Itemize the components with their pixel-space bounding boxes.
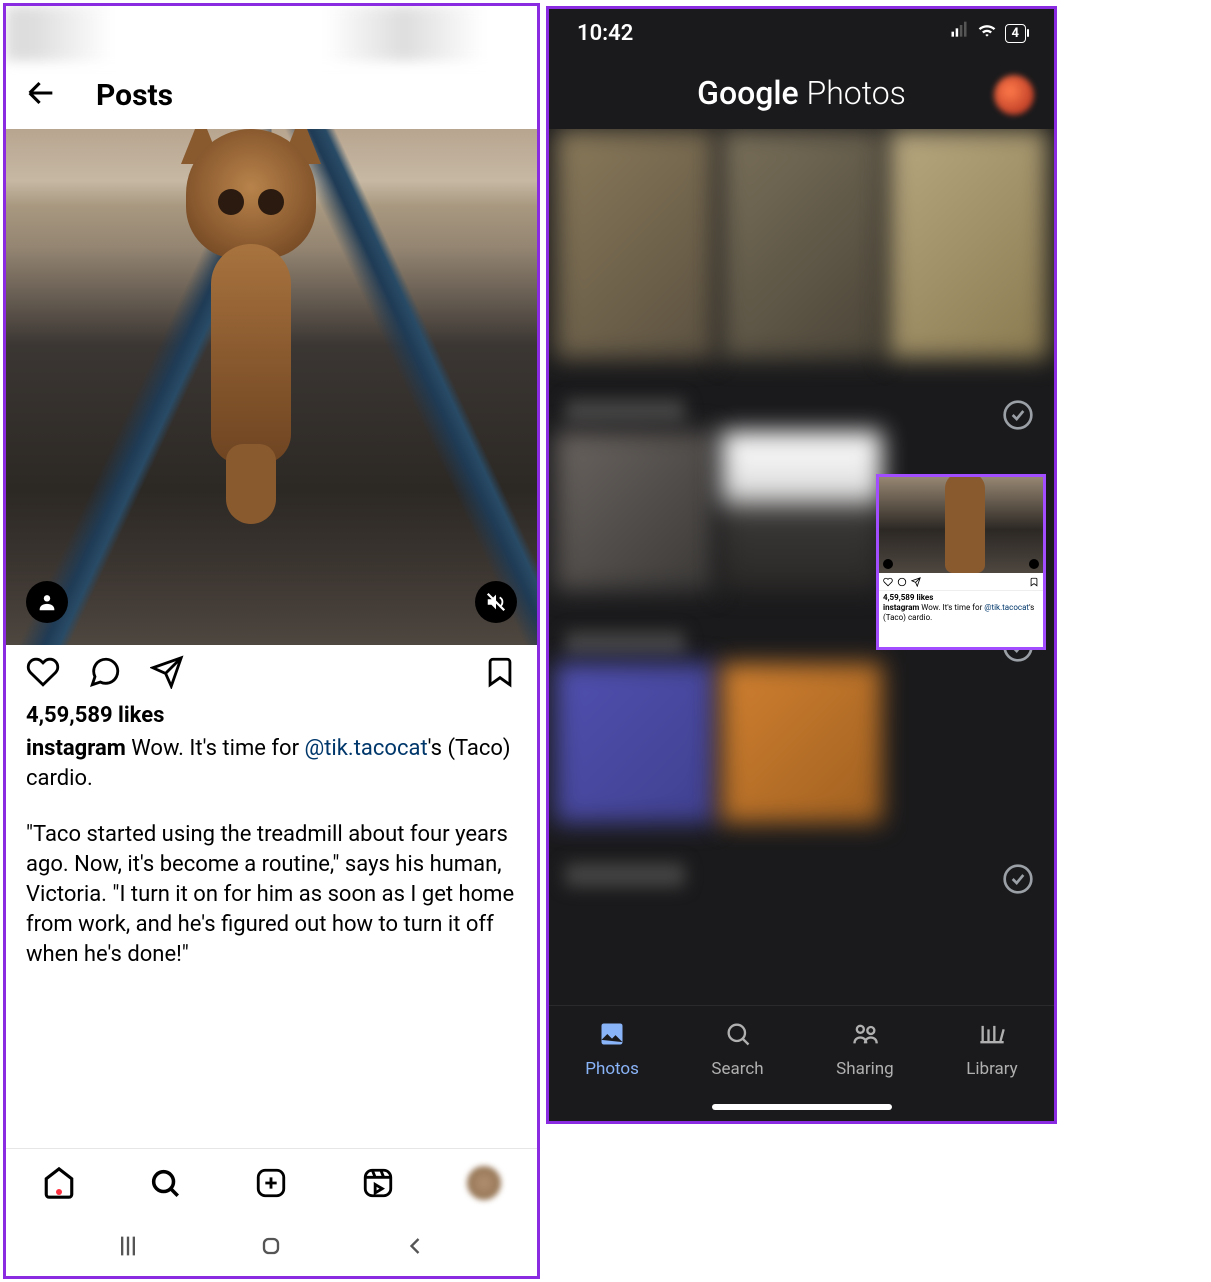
photo-thumbnail[interactable] <box>721 663 881 823</box>
title-photos: Photos <box>799 74 906 112</box>
photos-icon <box>598 1020 626 1053</box>
page-title: Posts <box>96 78 173 113</box>
section-label <box>565 863 685 887</box>
photo-thumbnail[interactable] <box>555 129 715 359</box>
mute-icon[interactable] <box>475 581 517 623</box>
thumbnail-caption: 4,59,589 likes instagram Wow. It's time … <box>879 591 1043 625</box>
thumbnail-preview <box>879 477 1043 573</box>
notification-dot-icon <box>56 1189 62 1195</box>
nav-label: Search <box>711 1059 763 1079</box>
nav-photos[interactable]: Photos <box>585 1020 639 1079</box>
google-photos-screen: 10:42 4 Google Photos <box>546 6 1057 1124</box>
comment-icon[interactable] <box>88 655 122 693</box>
status-bar: 10:42 4 <box>549 9 1054 57</box>
share-icon[interactable] <box>150 655 184 693</box>
thumb-likes: 4,59,589 likes <box>883 593 1039 603</box>
nav-label: Library <box>966 1059 1017 1079</box>
sys-back-icon[interactable] <box>401 1232 429 1260</box>
post-media[interactable] <box>6 129 537 645</box>
section-label <box>565 399 685 423</box>
sys-recents-icon[interactable] <box>114 1232 142 1260</box>
google-photos-bottom-nav: Photos Search Sharing Library <box>549 1005 1054 1093</box>
photo-thumbnail[interactable] <box>721 129 881 359</box>
cat-on-treadmill-image <box>166 129 336 544</box>
backup-complete-icon[interactable] <box>1002 399 1034 431</box>
save-icon[interactable] <box>483 655 517 693</box>
back-icon[interactable] <box>24 76 58 114</box>
backup-complete-icon[interactable] <box>1002 863 1034 895</box>
nav-new-post[interactable] <box>251 1163 291 1203</box>
nav-library[interactable]: Library <box>966 1020 1017 1079</box>
status-time: 10:42 <box>577 21 633 46</box>
account-avatar[interactable] <box>994 75 1034 115</box>
tagged-people-button[interactable] <box>26 581 68 623</box>
instagram-bottom-nav <box>6 1148 537 1216</box>
caption-mention[interactable]: @tik.tacocat <box>304 736 427 761</box>
thumb-author: instagram <box>883 603 919 612</box>
photo-thumbnail[interactable] <box>888 129 1048 359</box>
android-system-nav <box>6 1216 537 1276</box>
likes-count[interactable]: 4,59,589 likes <box>6 703 537 734</box>
instagram-screen: Posts <box>3 3 540 1279</box>
ios-home-indicator[interactable] <box>549 1093 1054 1121</box>
post-actions <box>6 645 537 703</box>
app-title: Google Photos <box>697 74 906 112</box>
screenshot-thumbnail-highlighted[interactable]: 4,59,589 likes instagram Wow. It's time … <box>876 474 1046 650</box>
photo-grid[interactable]: 4,59,589 likes instagram Wow. It's time … <box>549 129 1054 1005</box>
photo-thumbnail[interactable] <box>555 663 715 823</box>
wifi-icon <box>977 20 997 46</box>
search-icon <box>724 1020 752 1053</box>
thumbnail-actions-strip <box>879 573 1043 591</box>
post-caption: instagram Wow. It's time for @tik.tacoca… <box>6 734 537 970</box>
library-icon <box>978 1020 1006 1053</box>
thumb-lead: Wow. It's time for <box>919 603 984 612</box>
nav-sharing[interactable]: Sharing <box>836 1020 894 1079</box>
nav-profile[interactable] <box>464 1163 504 1203</box>
nav-label: Photos <box>585 1059 639 1079</box>
section-label <box>565 631 685 655</box>
nav-home[interactable] <box>39 1163 79 1203</box>
caption-author[interactable]: instagram <box>26 736 126 761</box>
signal-icon <box>949 20 969 46</box>
posts-header: Posts <box>6 61 537 129</box>
caption-lead: Wow. It's time for <box>126 736 305 761</box>
thumb-mention: @tik.tacocat <box>984 603 1029 612</box>
title-google: Google <box>697 74 799 112</box>
photo-thumbnail[interactable] <box>721 431 881 591</box>
nav-label: Sharing <box>836 1059 894 1079</box>
app-header: Google Photos <box>549 57 1054 129</box>
nav-reels[interactable] <box>358 1163 398 1203</box>
profile-avatar-icon <box>467 1166 501 1200</box>
photo-thumbnail[interactable] <box>555 431 715 591</box>
caption-body: "Taco started using the treadmill about … <box>26 820 517 970</box>
nav-search[interactable]: Search <box>711 1020 763 1079</box>
nav-search[interactable] <box>145 1163 185 1203</box>
sharing-icon <box>851 1020 879 1053</box>
status-bar <box>6 6 537 61</box>
sys-home-icon[interactable] <box>257 1232 285 1260</box>
battery-icon: 4 <box>1005 24 1026 43</box>
like-icon[interactable] <box>26 655 60 693</box>
